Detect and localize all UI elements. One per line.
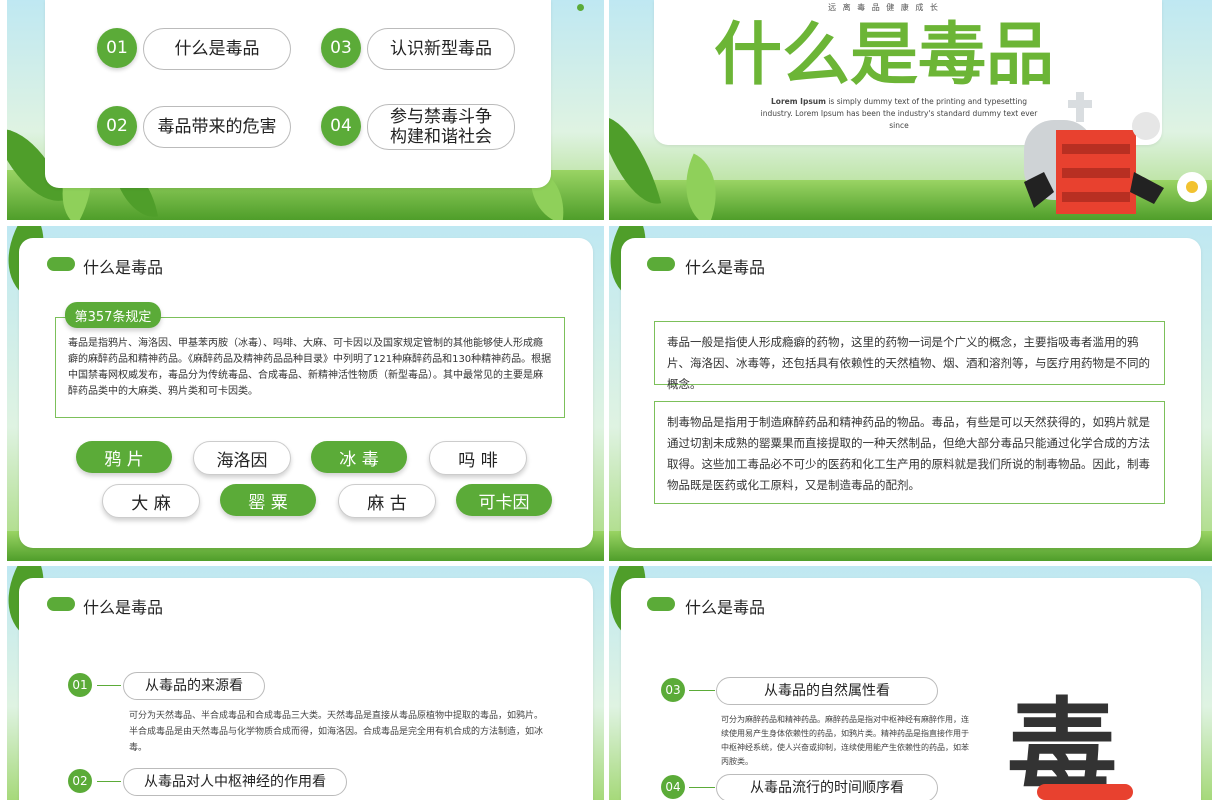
agenda-item-fight-drugs[interactable]: 参与禁毒斗争 构建和谐社会 [367, 104, 515, 150]
header-pill [47, 257, 75, 271]
slide-title: 远 离 毒 品 健 康 成 长 什么是毒品 Lorem Ipsum is sim… [609, 0, 1212, 220]
agenda-number: 04 [321, 106, 361, 146]
main-title: 什么是毒品 [713, 16, 1054, 95]
class-label: 从毒品的自然属性看 [716, 677, 938, 705]
slide-header: 什么是毒品 [83, 258, 164, 277]
class-description: 可分为麻醉药品和精神药品。麻醉药品是指对中枢神经有麻醉作用，连续使用易产生身体依… [721, 715, 969, 766]
definition-box: 毒品一般是指使人形成瘾癖的药物，这里的药物一词是个广义的概念，主要指吸毒者滥用的… [654, 321, 1165, 391]
precursor-box: 制毒物品是指用于制造麻醉药品和精神药品的物品。毒品，有些是可以天然获得的，如鸦片… [654, 401, 1165, 504]
lorem-bold: Lorem Ipsum [771, 97, 826, 106]
slide-header: 什么是毒品 [685, 258, 766, 277]
rule-box: 毒品是指鸦片、海洛因、甲基苯丙胺（冰毒）、吗啡、大麻、可卡因以及国家规定管制的其… [55, 317, 565, 418]
lorem-text: Lorem Ipsum is simply dummy text of the … [754, 96, 1044, 132]
drug-tag[interactable]: 鸦 片 [76, 441, 172, 473]
header-pill [647, 257, 675, 271]
agenda-item-drug-harm[interactable]: 毒品带来的危害 [143, 106, 291, 148]
rule-badge: 第357条规定 [65, 302, 161, 328]
header-pill [47, 597, 75, 611]
connector-line [689, 787, 715, 788]
drug-tag[interactable]: 冰 毒 [311, 441, 407, 473]
drug-tag[interactable]: 大 麻 [102, 484, 200, 518]
slide-classification-1: 什么是毒品 01 从毒品的来源看 可分为天然毒品、半合成毒品和合成毒品三大类。天… [7, 566, 604, 800]
drug-tag[interactable]: 可卡因 [456, 484, 552, 516]
class-label: 从毒品的来源看 [123, 672, 265, 700]
agenda-item-new-drugs[interactable]: 认识新型毒品 [367, 28, 515, 70]
connector-line [97, 685, 121, 686]
class-label: 从毒品流行的时间顺序看 [716, 774, 938, 800]
class-number: 03 [661, 678, 685, 702]
agenda-number: 03 [321, 28, 361, 68]
slide-header: 什么是毒品 [83, 598, 164, 617]
agenda-number: 02 [97, 106, 137, 146]
connector-line [97, 781, 121, 782]
flower-icon [1177, 172, 1207, 202]
class-label: 从毒品对人中枢神经的作用看 [123, 768, 347, 796]
class-number: 02 [68, 769, 92, 793]
agenda-item-line: 构建和谐社会 [390, 127, 492, 147]
slide-classification-2: 什么是毒品 03 从毒品的自然属性看 可分为麻醉药品和精神药品。麻醉药品是指对中… [609, 566, 1212, 800]
class-description: 可分为天然毒品、半合成毒品和合成毒品三大类。天然毒品是直接从毒品原植物中提取的毒… [129, 711, 544, 753]
blood-splash-decoration [1037, 784, 1133, 800]
agenda-item-what-is-drug[interactable]: 什么是毒品 [143, 28, 291, 70]
agenda-number: 01 [97, 28, 137, 68]
slide-agenda: 01 什么是毒品 02 毒品带来的危害 03 认识新型毒品 04 参与禁毒斗争 … [7, 0, 604, 220]
class-number: 01 [68, 673, 92, 697]
drug-tag[interactable]: 麻 古 [338, 484, 436, 518]
slide-definition-rule: 什么是毒品 毒品是指鸦片、海洛因、甲基苯丙胺（冰毒）、吗啡、大麻、可卡因以及国家… [7, 226, 604, 561]
slide-header: 什么是毒品 [685, 598, 766, 617]
tombstone-illustration [1024, 92, 1164, 214]
title-subtitle: 远 离 毒 品 健 康 成 长 [828, 3, 940, 12]
header-pill [647, 597, 675, 611]
slide-definition-text: 什么是毒品 毒品一般是指使人形成瘾癖的药物，这里的药物一词是个广义的概念，主要指… [609, 226, 1212, 561]
agenda-item-line: 参与禁毒斗争 [390, 107, 492, 127]
drug-tag[interactable]: 吗 啡 [429, 441, 527, 475]
dot-decoration [577, 4, 584, 11]
class-number: 04 [661, 775, 685, 799]
drug-tag[interactable]: 罂 粟 [220, 484, 316, 516]
connector-line [689, 690, 715, 691]
drug-tag[interactable]: 海洛因 [193, 441, 291, 475]
